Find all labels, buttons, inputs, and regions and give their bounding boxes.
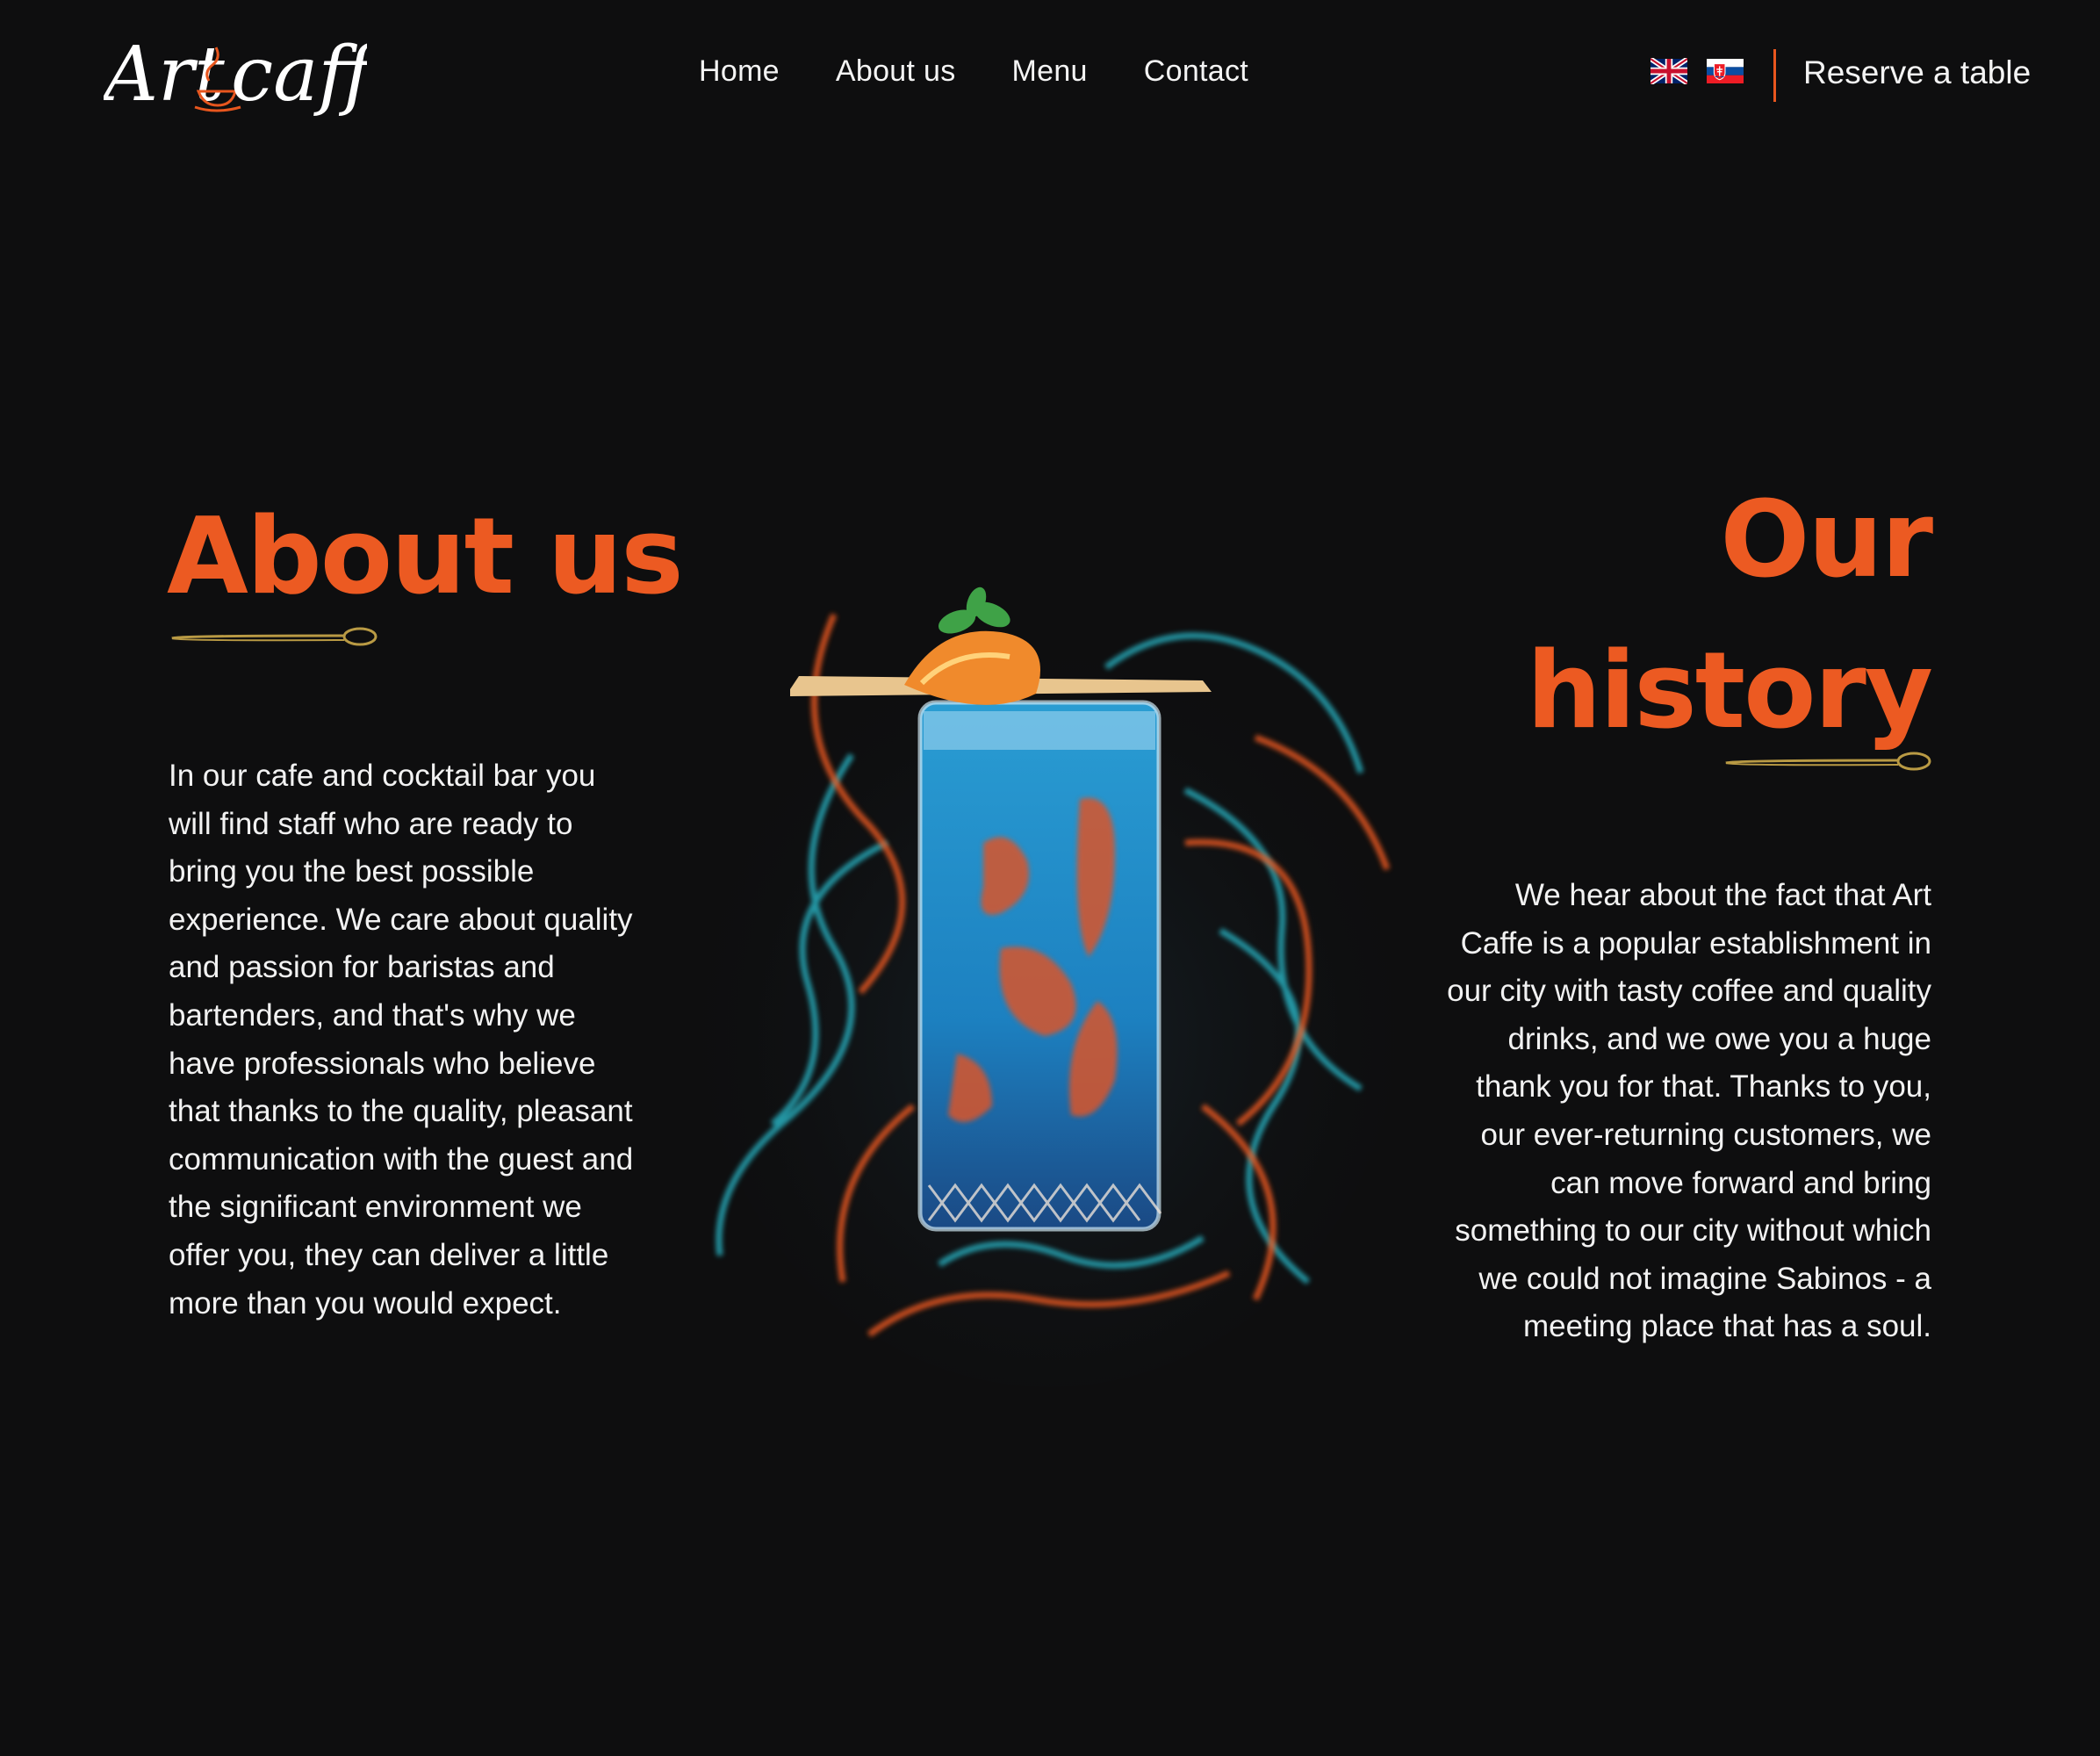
history-title: Our history	[1405, 465, 1933, 767]
sk-flag-icon[interactable]	[1707, 58, 1744, 84]
uk-flag-icon[interactable]	[1651, 58, 1687, 84]
about-paragraph: In our cafe and cocktail bar you will fi…	[169, 759, 634, 1321]
main-nav: Home About us Menu Contact	[699, 54, 1248, 89]
spoon-divider-icon	[1725, 752, 1931, 771]
logo-text-caffe: caffe	[231, 31, 367, 119]
cocktail-image	[694, 579, 1405, 1387]
nav-contact[interactable]: Contact	[1144, 54, 1248, 89]
spoon-divider-icon	[171, 627, 378, 646]
history-paragraph: We hear about the fact that Art Caffe is…	[1447, 878, 1931, 1344]
logo[interactable]: Art caffe	[97, 19, 416, 125]
header-divider	[1773, 49, 1776, 102]
glass	[917, 700, 1162, 1232]
nav-menu[interactable]: Menu	[1012, 54, 1088, 89]
about-title: About us	[167, 496, 684, 618]
reserve-table-link[interactable]: Reserve a table	[1803, 54, 2031, 91]
language-switcher	[1651, 58, 1744, 84]
history-title-line1: Our	[1720, 479, 1933, 601]
history-title-line2: history	[1526, 630, 1933, 752]
site-header: Art caffe Home About us Menu Contact	[0, 0, 2100, 154]
nav-home[interactable]: Home	[699, 54, 780, 89]
nav-about-us[interactable]: About us	[836, 54, 956, 89]
